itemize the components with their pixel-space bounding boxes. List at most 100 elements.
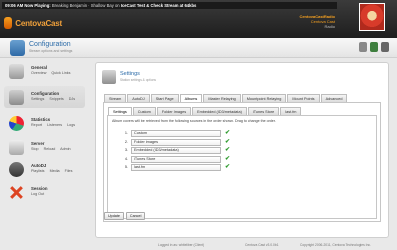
tab-start-page[interactable]: Start Page <box>150 94 179 102</box>
check-icon: ✔ <box>225 130 231 136</box>
subtab-embedded[interactable]: Embedded (ID3/metadata) <box>192 107 247 115</box>
settings-icon <box>102 70 116 84</box>
settings-title: Settings <box>120 71 140 77</box>
check-icon: ✔ <box>225 164 231 170</box>
subtab-folder-images[interactable]: Folder Images <box>156 107 192 115</box>
source-number: 2. <box>124 139 128 144</box>
nav-link-listeners[interactable]: Listeners <box>47 123 62 127</box>
source-number: 4. <box>124 156 128 161</box>
sidebar-item-title[interactable]: General <box>31 65 47 70</box>
list-item[interactable]: 2. Folder images ✔ <box>122 138 234 147</box>
album-art <box>359 3 385 31</box>
sidebar-item-title[interactable]: Server <box>31 141 44 146</box>
nav-link-snippets[interactable]: Snippets <box>49 97 63 101</box>
sidebar-item-links: Playlists Media Files <box>31 169 76 173</box>
nav-link-media[interactable]: Media <box>50 169 60 173</box>
tab-autodj[interactable]: AutoDJ <box>127 94 150 102</box>
brand-line-3: Radio <box>324 24 335 29</box>
now-playing-station: IceCast Test & Check Stream at 64kbs <box>120 3 197 8</box>
list-item[interactable]: 1. Custom ✔ <box>122 130 234 138</box>
tab-advanced[interactable]: Advanced <box>320 94 348 102</box>
sidebar-item-title[interactable]: Configuration <box>31 91 59 96</box>
nav-link-djs[interactable]: DJs <box>69 97 75 101</box>
update-button[interactable]: Update <box>104 212 124 220</box>
form-buttons: Update Cancel <box>104 212 146 220</box>
sidebar: General Overview Quick Links Configurati… <box>4 60 85 237</box>
settings-subtitle: Station settings & options <box>120 78 156 82</box>
nav-link-reload[interactable]: Reload <box>44 147 56 151</box>
source-name[interactable]: iTunes Store <box>131 155 221 163</box>
statistics-icon <box>9 116 24 131</box>
now-playing-song: Breaking Benjamin · Shallow Bay on <box>51 3 120 8</box>
source-order-description: Album covers will be retrieved from the … <box>112 119 276 123</box>
help-icon[interactable] <box>359 42 367 52</box>
nav-link-files[interactable]: Files <box>65 169 73 173</box>
check-icon: ✔ <box>225 138 231 145</box>
list-item[interactable]: 5. last.fm ✔ <box>122 164 234 172</box>
footer-copyright: Copyright 2006-2011, Centova Technologie… <box>300 243 371 247</box>
nav-link-logs[interactable]: Logs <box>67 123 75 127</box>
session-icon <box>9 185 24 200</box>
subtab-lastfm[interactable]: last.fm <box>280 107 302 115</box>
sidebar-item-session[interactable]: Session Log Out <box>4 181 85 203</box>
tab-master-relaying[interactable]: Master Relaying <box>203 94 241 102</box>
sidebar-item-links: Log Out <box>31 192 48 196</box>
sidebar-item-statistics[interactable]: Statistics Report Listeners Logs <box>4 112 85 134</box>
refresh-icon[interactable] <box>370 42 378 52</box>
now-playing-label: Now Playing: <box>24 3 51 8</box>
tab-stream[interactable]: Stream <box>104 94 127 102</box>
source-name[interactable]: Custom <box>131 130 221 137</box>
sidebar-item-server[interactable]: Server Stop Reload Admin <box>4 136 85 158</box>
sidebar-item-links: Stop Reload Admin <box>31 147 75 151</box>
tab-albums[interactable]: Albums <box>179 94 203 102</box>
nav-link-quick-links[interactable]: Quick Links <box>51 71 70 75</box>
source-number: 1. <box>124 131 128 135</box>
subtab-itunes-store[interactable]: iTunes Store <box>247 107 280 115</box>
settings-panel: Settings Station settings & options Stre… <box>95 62 389 238</box>
page-header: Configuration Stream options and setting… <box>0 38 397 58</box>
tab-mountpoint-relaying[interactable]: Mountpoint Relaying <box>241 94 287 102</box>
tab-mount-points[interactable]: Mount Points <box>287 94 320 102</box>
source-number: 5. <box>124 165 128 169</box>
album-subtabs: Settings Custom Folder Images Embedded (… <box>108 107 302 115</box>
nav-link-stop[interactable]: Stop <box>31 147 39 151</box>
logo-prefix: Centova <box>15 18 46 28</box>
settings-tabs: Stream AutoDJ Start Page Albums Master R… <box>104 94 348 102</box>
check-icon: ✔ <box>225 155 231 162</box>
nav-link-playlists[interactable]: Playlists <box>31 169 45 173</box>
footer-logged-in: Logged in as: whiteliber (Client) <box>158 243 205 247</box>
subtab-settings[interactable]: Settings <box>108 107 132 115</box>
check-icon: ✔ <box>225 147 231 153</box>
list-item[interactable]: 3. Embedded (ID3/metadata) ✔ <box>122 147 234 155</box>
sidebar-item-title[interactable]: Session <box>31 186 47 191</box>
source-name[interactable]: Folder images <box>131 138 221 146</box>
nav-link-settings[interactable]: Settings <box>31 97 44 101</box>
sidebar-item-configuration[interactable]: Configuration Settings Snippets DJs <box>4 86 85 108</box>
sidebar-item-links: Settings Snippets DJs <box>31 97 79 101</box>
nav-link-log-out[interactable]: Log Out <box>31 192 44 196</box>
sidebar-item-title[interactable]: AutoDJ <box>31 163 46 168</box>
server-icon <box>9 140 24 155</box>
logout-icon[interactable] <box>381 42 389 52</box>
sidebar-item-title[interactable]: Statistics <box>31 117 50 122</box>
logo-text: CentovaCast <box>15 19 62 28</box>
albums-tab-panel: Settings Custom Folder Images Embedded (… <box>103 102 381 222</box>
app-logo[interactable]: CentovaCast <box>4 16 62 30</box>
album-source-list: 1. Custom ✔ 2. Folder images ✔ 3. Embedd… <box>122 130 234 173</box>
source-name[interactable]: Embedded (ID3/metadata) <box>131 147 221 154</box>
sidebar-item-autodj[interactable]: AutoDJ Playlists Media Files <box>4 158 85 180</box>
list-item[interactable]: 4. iTunes Store ✔ <box>122 155 234 164</box>
source-name[interactable]: last.fm <box>131 164 221 171</box>
page-subtitle: Stream options and settings <box>29 49 73 53</box>
nav-link-admin[interactable]: Admin <box>60 147 70 151</box>
station-brand: CentovaCastRadio Centova Cast Radio <box>299 14 335 29</box>
sidebar-item-links: Report Listeners Logs <box>31 123 79 127</box>
cancel-button[interactable]: Cancel <box>125 212 146 220</box>
subtab-custom[interactable]: Custom <box>132 107 156 115</box>
nav-link-overview[interactable]: Overview <box>31 71 46 75</box>
logo-suffix: Cast <box>45 18 62 28</box>
configuration-icon <box>9 90 24 105</box>
sidebar-item-general[interactable]: General Overview Quick Links <box>4 60 85 82</box>
sidebar-item-links: Overview Quick Links <box>31 71 74 75</box>
nav-link-report[interactable]: Report <box>31 123 42 127</box>
